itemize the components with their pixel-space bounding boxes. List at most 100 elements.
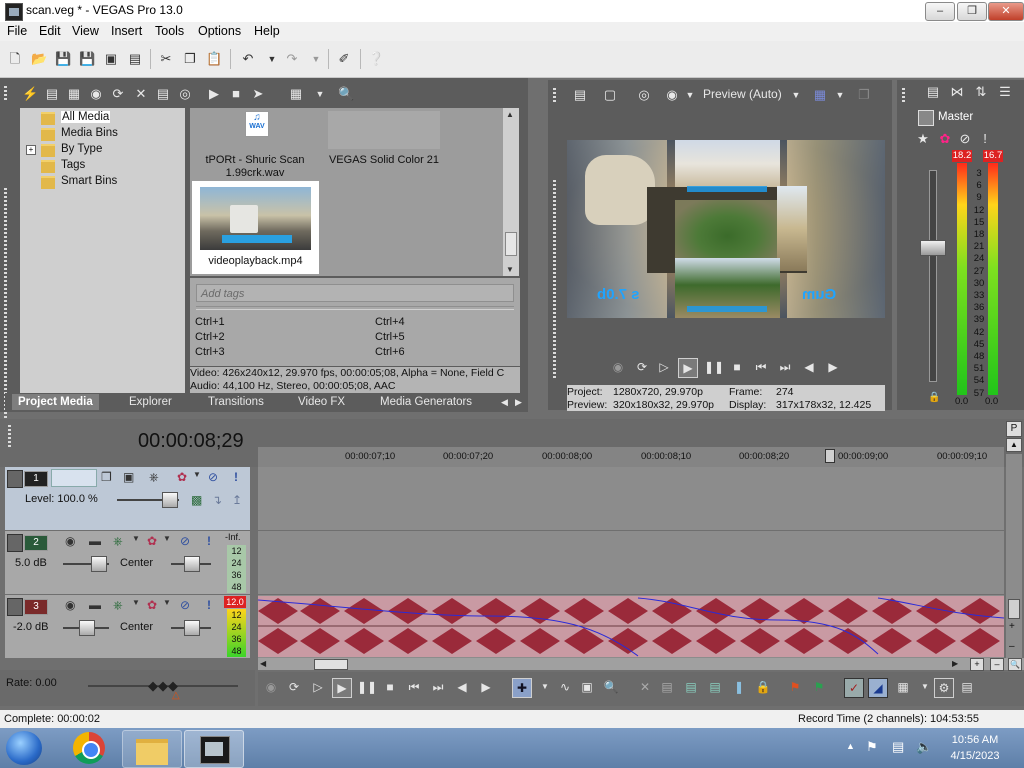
action-center-icon[interactable]: ⚑ [866, 739, 878, 755]
menu-view[interactable]: View [72, 24, 99, 38]
save-icon[interactable]: 💾 [55, 51, 71, 67]
level-slider-handle[interactable] [162, 492, 178, 508]
prev-frame-icon[interactable]: ◀ [453, 678, 471, 696]
trim-start-icon[interactable]: ▤ [682, 678, 700, 696]
shortcut-ctrl6[interactable]: Ctrl+6 [375, 346, 405, 358]
quality-dropdown-icon[interactable]: ▼ [788, 87, 804, 103]
refresh-icon[interactable]: ⟳ [110, 86, 126, 102]
next-frame-icon[interactable]: ▶ [824, 358, 842, 376]
mute-icon[interactable]: ⊘ [208, 470, 218, 484]
undo-dropdown-icon[interactable]: ▼ [264, 51, 280, 67]
shortcut-ctrl2[interactable]: Ctrl+2 [195, 331, 225, 343]
track-fx-dropdown-icon[interactable]: ▼ [163, 598, 171, 607]
tree-item-media-bins[interactable]: Media Bins [41, 127, 118, 141]
split-icon[interactable]: ❚ [730, 678, 748, 696]
go-to-start-icon[interactable]: ⏮ [405, 678, 423, 696]
copy-icon[interactable]: ❐ [182, 51, 198, 67]
views-icon[interactable]: ▦ [288, 86, 304, 102]
tab-transitions[interactable]: Transitions [208, 394, 264, 410]
invert-phase-icon[interactable]: ▬ [89, 598, 101, 612]
tree-item-all-media[interactable]: All Media [41, 111, 111, 125]
expand-icon[interactable]: + [26, 145, 36, 155]
stop-icon[interactable]: ■ [728, 358, 746, 376]
track-fx-dropdown-icon[interactable]: ▼ [193, 470, 201, 479]
import-media-icon[interactable]: ⚡ [22, 86, 38, 102]
bus-dropdown-icon[interactable]: ▼ [132, 534, 140, 543]
track-area-audio-2[interactable] [258, 531, 1004, 594]
track-motion-icon[interactable]: ❐ [101, 470, 112, 484]
play-icon[interactable]: ▶ [206, 86, 222, 102]
time-ruler[interactable]: 00:00:07;10 00:00:07;20 00:00:08;00 00:0… [258, 447, 1004, 467]
track-meter-peak[interactable]: 12.0 [224, 596, 246, 608]
invert-phase-icon[interactable]: ▬ [89, 534, 101, 548]
split-dropdown-icon[interactable]: ▼ [682, 87, 698, 103]
explorer-taskbar-icon[interactable] [122, 730, 182, 768]
remove-icon[interactable]: ✕ [133, 86, 149, 102]
track-bus-icon[interactable]: ⎈ [113, 534, 123, 549]
menu-file[interactable]: File [7, 24, 27, 38]
auto-preview-icon[interactable]: ➤ [250, 86, 266, 102]
track-header-video[interactable]: 1 ❐ ▣ ⎈ ✿ ▼ ⊘ ! Level: 100.0 % ▩ ↴ ↥ [5, 467, 250, 530]
volume-icon[interactable]: 🔈 [916, 739, 932, 755]
redo-icon[interactable]: ↷ [284, 51, 300, 67]
search-icon[interactable]: 🔍 [338, 86, 354, 102]
record-icon[interactable]: ◉ [262, 678, 280, 696]
menu-insert[interactable]: Insert [111, 24, 142, 38]
composite-child-icon[interactable]: ↴ [212, 493, 222, 507]
media-fx-icon[interactable]: ◎ [177, 86, 193, 102]
redo-dropdown-icon[interactable]: ▼ [308, 51, 324, 67]
video-fx-icon[interactable]: ◎ [636, 87, 652, 103]
loop-icon[interactable]: ⟳ [285, 678, 303, 696]
cut-icon[interactable]: ✂ [158, 51, 174, 67]
go-to-start-icon[interactable]: ⏮ [752, 358, 770, 376]
solo-icon[interactable]: ! [207, 598, 211, 612]
overlays-dropdown-icon[interactable]: ▼ [832, 87, 848, 103]
save-as-icon[interactable]: 💾 [79, 51, 95, 67]
stop-icon[interactable]: ■ [381, 678, 399, 696]
shortcut-ctrl3[interactable]: Ctrl+3 [195, 346, 225, 358]
tree-item-smart-bins[interactable]: Smart Bins [41, 175, 117, 189]
brush-icon[interactable]: ✐ [336, 51, 352, 67]
track-collapse-icon[interactable] [7, 598, 23, 616]
play-from-start-icon[interactable]: ▷ [309, 678, 327, 696]
solo-icon[interactable]: ! [234, 470, 238, 484]
downmix-icon[interactable]: ⋈ [949, 84, 965, 100]
timeline-scroll-up-icon[interactable]: ▲ [1006, 438, 1022, 452]
zoom-tool-icon[interactable]: 🔍 [602, 678, 620, 696]
track-area-audio-3[interactable] [258, 595, 1004, 658]
cursor-marker[interactable] [825, 449, 835, 463]
close-button[interactable]: ✕ [988, 2, 1024, 21]
play-button[interactable]: ▶ [332, 678, 352, 698]
track-fx-icon[interactable]: ✿ [177, 470, 187, 484]
views-dropdown-icon[interactable]: ▼ [312, 86, 328, 102]
split-screen-icon[interactable]: ◉ [664, 87, 680, 103]
capture-icon[interactable]: ▤ [44, 86, 60, 102]
edit-tool-dropdown-icon[interactable]: ▼ [536, 678, 554, 696]
automation-icon[interactable]: ▩ [191, 493, 202, 507]
tab-scroll-right-icon[interactable]: ▶ [515, 394, 522, 410]
timeline-hscroll[interactable]: ◀ ▶ + – 🔍 [258, 658, 1024, 671]
pan-slider-handle[interactable] [184, 556, 200, 572]
network-icon[interactable]: ▤ [892, 739, 904, 755]
arm-record-icon[interactable]: ◉ [65, 598, 75, 612]
master-fx-icon[interactable]: ★ [915, 131, 931, 147]
tab-video-fx[interactable]: Video FX [298, 394, 345, 410]
mixer-properties-icon[interactable]: ▤ [925, 84, 941, 100]
copy-snapshot-icon[interactable]: ❐ [856, 87, 872, 103]
track-name-field[interactable] [51, 469, 97, 487]
pan-slider-handle[interactable] [184, 620, 200, 636]
lock-envelopes-icon[interactable]: ⚙ [934, 678, 954, 698]
selection-tool-icon[interactable]: ▣ [578, 678, 596, 696]
ignore-grouping-icon[interactable]: ▤ [958, 678, 976, 696]
tab-project-media[interactable]: Project Media [12, 394, 99, 410]
master-mute-icon[interactable]: ⊘ [957, 131, 973, 147]
make-compositing-parent-icon[interactable]: ↥ [232, 493, 242, 507]
volume-slider-handle[interactable] [91, 556, 107, 572]
shortcut-ctrl5[interactable]: Ctrl+5 [375, 331, 405, 343]
audio-clip[interactable] [258, 596, 1004, 657]
dim-icon[interactable]: ⇅ [973, 84, 989, 100]
tab-media-generators[interactable]: Media Generators [380, 394, 472, 410]
render-icon[interactable]: ▣ [103, 51, 119, 67]
cursor-timecode[interactable]: 00:00:08;29 [138, 430, 244, 453]
play-from-start-icon[interactable]: ▷ [655, 358, 673, 376]
